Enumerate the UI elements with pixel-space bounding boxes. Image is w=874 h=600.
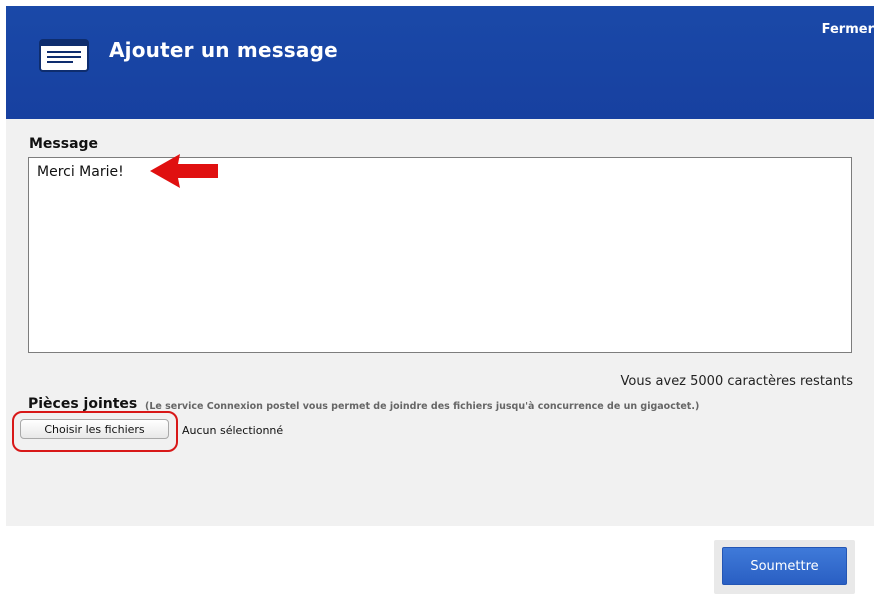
close-link[interactable]: Fermer	[822, 22, 874, 37]
choose-files-button[interactable]: Choisir les fichiers	[20, 419, 169, 439]
dialog-title: Ajouter un message	[109, 38, 338, 62]
attachments-note: (Le service Connexion postel vous permet…	[145, 401, 700, 412]
message-label: Message	[29, 136, 99, 152]
message-icon	[39, 39, 89, 72]
attachments-title: Pièces jointes	[28, 396, 138, 412]
file-selection-status: Aucun sélectionné	[182, 424, 284, 437]
character-counter: Vous avez 5000 caractères restants	[620, 374, 853, 389]
red-arrow-annotation	[150, 154, 218, 188]
submit-button[interactable]: Soumettre	[722, 547, 847, 585]
dialog-header: Ajouter un message Fermer	[6, 6, 874, 119]
